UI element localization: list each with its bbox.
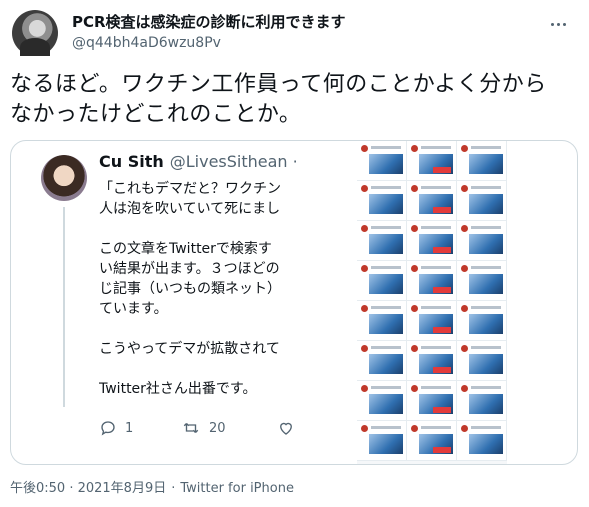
retweet-button[interactable]: 20 (181, 419, 226, 437)
thread-line (63, 207, 65, 407)
collage-thumbnail (457, 381, 507, 421)
tweet-client[interactable]: Twitter for iPhone (180, 481, 294, 496)
collage-thumbnail (407, 381, 457, 421)
tweet-text: なるほど。ワクチン工作員って何のことかよく分から なかったけどこれのことか。 (10, 70, 580, 130)
tweet-header: PCR検査は感染症の診断に利用できます @q44bh4aD6wzu8Pv (10, 8, 580, 58)
quoted-author-name: Cu Sith (99, 152, 164, 171)
reply-icon (101, 421, 115, 436)
quoted-tweet-image[interactable] (357, 141, 507, 464)
heart-icon (280, 422, 292, 435)
quoted-text-line: い結果が出ます。３つほどの (99, 261, 280, 277)
quoted-author-avatar (41, 155, 87, 201)
author-display-name[interactable]: PCR検査は感染症の診断に利用できます (72, 12, 346, 32)
meta-separator: · (171, 481, 176, 496)
retweet-icon (183, 423, 199, 433)
collage-thumbnail (457, 421, 507, 461)
more-icon[interactable] (546, 14, 570, 34)
collage-thumbnail (357, 221, 407, 261)
quoted-text-line: じ記事（いつもの類ネット） (99, 281, 281, 297)
collage-thumbnail (357, 341, 407, 381)
collage-thumbnail (457, 261, 507, 301)
collage-thumbnail (357, 381, 407, 421)
author-handle[interactable]: @q44bh4aD6wzu8Pv (72, 34, 221, 52)
retweet-count: 20 (209, 420, 226, 436)
quoted-text-line: 「これもデマだと？ワクチン (99, 181, 281, 197)
collage-thumbnail (357, 261, 407, 301)
collage-thumbnail (357, 421, 407, 461)
collage-thumbnail (407, 141, 457, 181)
quoted-tweet-body: 「これもデマだと？ワクチン 人は泡を吹いていて死にまし この文章をTwitter… (99, 179, 303, 399)
collage-thumbnail (457, 141, 507, 181)
collage-thumbnail (407, 221, 457, 261)
quoted-text-line: この文章をTwitterで検索す (99, 241, 272, 257)
quoted-text-line: ています。 (99, 301, 168, 317)
quoted-tweet-header: Cu Sith @LivesSithean · 5 (99, 151, 303, 173)
collage-thumbnail (457, 301, 507, 341)
collage-thumbnail (407, 421, 457, 461)
collage-thumbnail (407, 181, 457, 221)
screenshot-collage (357, 141, 507, 461)
author-avatar[interactable] (12, 10, 58, 56)
collage-thumbnail (357, 181, 407, 221)
quoted-author-handle: @LivesSithean · 5 (169, 152, 303, 171)
collage-thumbnail (457, 221, 507, 261)
collage-thumbnail (357, 141, 407, 181)
tweet-text-line: なるほど。ワクチン工作員って何のことかよく分から (10, 72, 547, 97)
collage-thumbnail (357, 301, 407, 341)
quoted-tweet-card[interactable]: Cu Sith @LivesSithean · 5 「これもデマだと？ワクチン 人… (10, 140, 578, 465)
collage-thumbnail (457, 341, 507, 381)
tweet-text-line: なかったけどこれのことか。 (10, 102, 302, 127)
reply-count: 1 (125, 420, 134, 436)
collage-thumbnail (407, 261, 457, 301)
quoted-text-line: Twitter社さん出番です。 (99, 381, 257, 397)
collage-thumbnail (407, 341, 457, 381)
like-button[interactable] (277, 419, 295, 437)
quoted-text-line: 人は泡を吹いていて死にまし (99, 201, 281, 217)
tweet-meta: 午後0:50 · 2021年8月9日 · Twitter for iPhone (10, 480, 294, 498)
quoted-tweet-text-panel: Cu Sith @LivesSithean · 5 「これもデマだと？ワクチン 人… (11, 141, 303, 464)
tweet-timestamp[interactable]: 午後0:50 · 2021年8月9日 (10, 481, 166, 496)
collage-thumbnail (457, 181, 507, 221)
quoted-text-line: こうやってデマが拡散されて (99, 341, 280, 357)
reply-button[interactable]: 1 (99, 419, 133, 437)
collage-thumbnail (407, 301, 457, 341)
